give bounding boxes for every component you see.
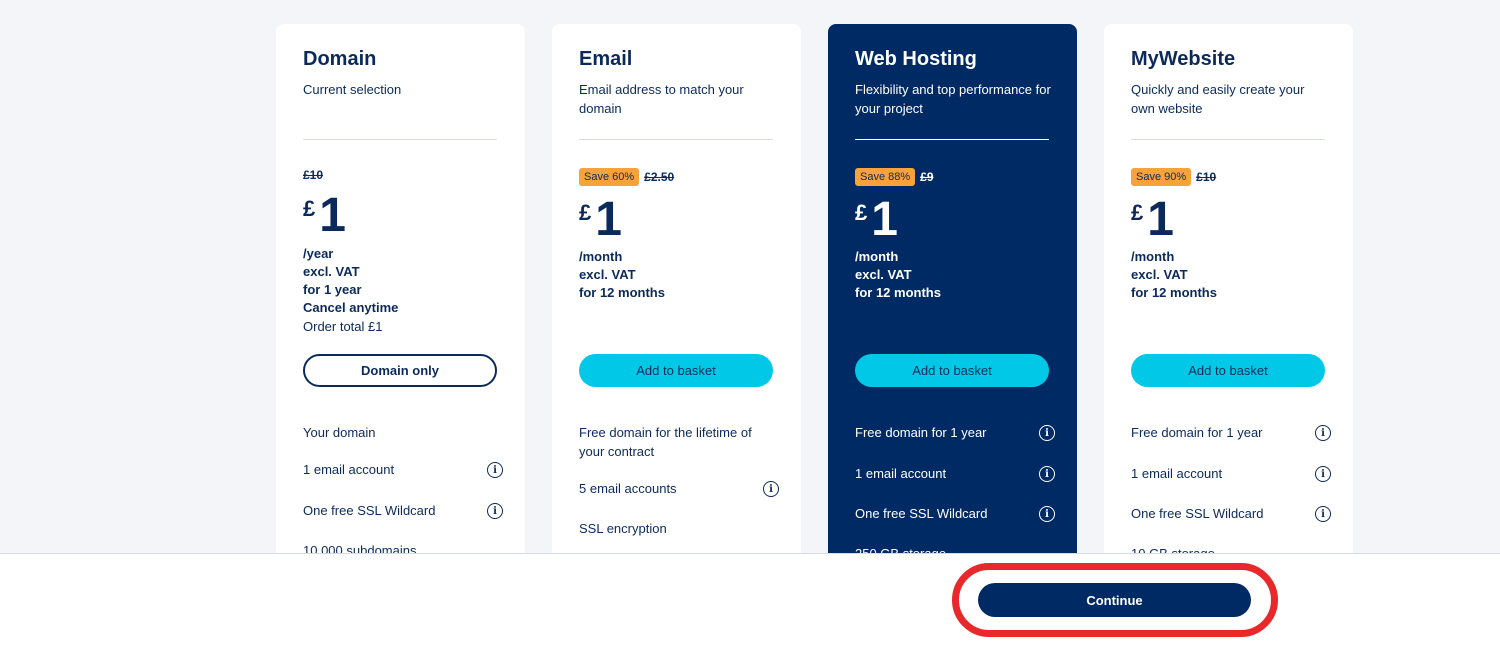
info-icon[interactable]: i: [1315, 466, 1331, 482]
price-terms: /month excl. VAT for 12 months: [1131, 248, 1217, 302]
term-line: /year: [303, 246, 334, 261]
price-value: 1: [595, 193, 622, 246]
price: £ 1: [1131, 196, 1174, 244]
price-badge-row: £10: [303, 168, 323, 182]
plan-card-mywebsite: MyWebsite Quickly and easily create your…: [1104, 24, 1353, 584]
old-price: £9: [920, 170, 934, 184]
currency-symbol: £: [303, 196, 316, 221]
order-total: Order total £1: [303, 319, 383, 334]
price-value: 1: [319, 189, 346, 242]
continue-button[interactable]: Continue: [978, 583, 1251, 617]
price: £ 1: [579, 196, 622, 244]
term-line: Cancel anytime: [303, 300, 399, 315]
price-terms: /month excl. VAT for 12 months: [855, 248, 941, 302]
info-icon[interactable]: i: [1039, 425, 1055, 441]
divider: [303, 139, 497, 140]
term-line: excl. VAT: [579, 267, 636, 282]
plan-title: MyWebsite: [1131, 48, 1236, 70]
term-line: for 12 months: [579, 285, 665, 300]
price: £ 1: [855, 196, 898, 244]
info-icon[interactable]: i: [487, 462, 503, 478]
plan-subtitle: Quickly and easily create your own websi…: [1131, 82, 1305, 116]
info-icon[interactable]: i: [1315, 506, 1331, 522]
plan-card-domain: Domain Current selection £10 £ 1 /year e…: [276, 24, 525, 584]
add-to-basket-button[interactable]: Add to basket: [579, 354, 773, 387]
plan-subtitle: Current selection: [303, 82, 402, 97]
term-line: /month: [855, 249, 899, 264]
divider: [1131, 139, 1325, 140]
plan-card-web-hosting: Web Hosting Flexibility and top performa…: [828, 24, 1077, 584]
price-value: 1: [1147, 193, 1174, 246]
feature-item: 1 email account: [855, 466, 947, 481]
add-to-basket-button[interactable]: Add to basket: [1131, 354, 1325, 387]
price-terms: /year excl. VAT for 1 year Cancel anytim…: [303, 245, 398, 317]
currency-symbol: £: [1131, 200, 1144, 225]
currency-symbol: £: [855, 200, 868, 225]
feature-item: Free domain for 1 year: [1131, 425, 1263, 440]
term-line: for 1 year: [303, 282, 362, 297]
save-badge: Save 88%: [855, 168, 916, 186]
price: £ 1: [303, 192, 346, 240]
currency-symbol: £: [579, 200, 592, 225]
term-line: excl. VAT: [303, 264, 360, 279]
term-line: excl. VAT: [1131, 267, 1188, 282]
old-price: £10: [1196, 170, 1217, 184]
domain-only-button[interactable]: Domain only: [303, 354, 497, 387]
save-badge: Save 60%: [579, 168, 640, 186]
feature-item: 1 email account: [1131, 466, 1223, 481]
feature-item: One free SSL Wildcard: [303, 503, 436, 518]
plan-title: Web Hosting: [855, 48, 977, 70]
info-icon[interactable]: i: [1315, 425, 1331, 441]
price-terms: /month excl. VAT for 12 months: [579, 248, 665, 302]
price-badge-row: Save 90% £10: [1131, 168, 1216, 186]
info-icon[interactable]: i: [763, 481, 779, 497]
info-icon[interactable]: i: [1039, 506, 1055, 522]
feature-item: SSL encryption: [579, 521, 667, 536]
term-line: for 12 months: [1131, 285, 1217, 300]
plan-subtitle: Email address to match your domain: [579, 82, 744, 116]
price-value: 1: [871, 193, 898, 246]
feature-item: Your domain: [303, 425, 376, 440]
feature-item: One free SSL Wildcard: [1131, 506, 1264, 521]
feature-item: 1 email account: [303, 462, 395, 477]
feature-item: Free domain for 1 year: [855, 425, 987, 440]
price-badge-row: Save 60% £2.50: [579, 168, 674, 186]
plan-title: Email: [579, 48, 633, 70]
old-price: £2.50: [644, 170, 675, 184]
term-line: /month: [579, 249, 623, 264]
term-line: excl. VAT: [855, 267, 912, 282]
term-line: /month: [1131, 249, 1175, 264]
feature-item: Free domain for the lifetime of your con…: [579, 425, 752, 459]
add-to-basket-button[interactable]: Add to basket: [855, 354, 1049, 387]
plan-title: Domain: [303, 48, 377, 70]
divider: [579, 139, 773, 140]
info-icon[interactable]: i: [487, 503, 503, 519]
plan-subtitle: Flexibility and top performance for your…: [855, 82, 1051, 116]
term-line: for 12 months: [855, 285, 941, 300]
divider: [855, 139, 1049, 140]
plan-card-email: Email Email address to match your domain…: [552, 24, 801, 584]
old-price: £10: [303, 168, 324, 182]
info-icon[interactable]: i: [1039, 466, 1055, 482]
feature-item: 5 email accounts: [579, 481, 677, 496]
feature-item: One free SSL Wildcard: [855, 506, 988, 521]
save-badge: Save 90%: [1131, 168, 1192, 186]
price-badge-row: Save 88% £9: [855, 168, 934, 186]
